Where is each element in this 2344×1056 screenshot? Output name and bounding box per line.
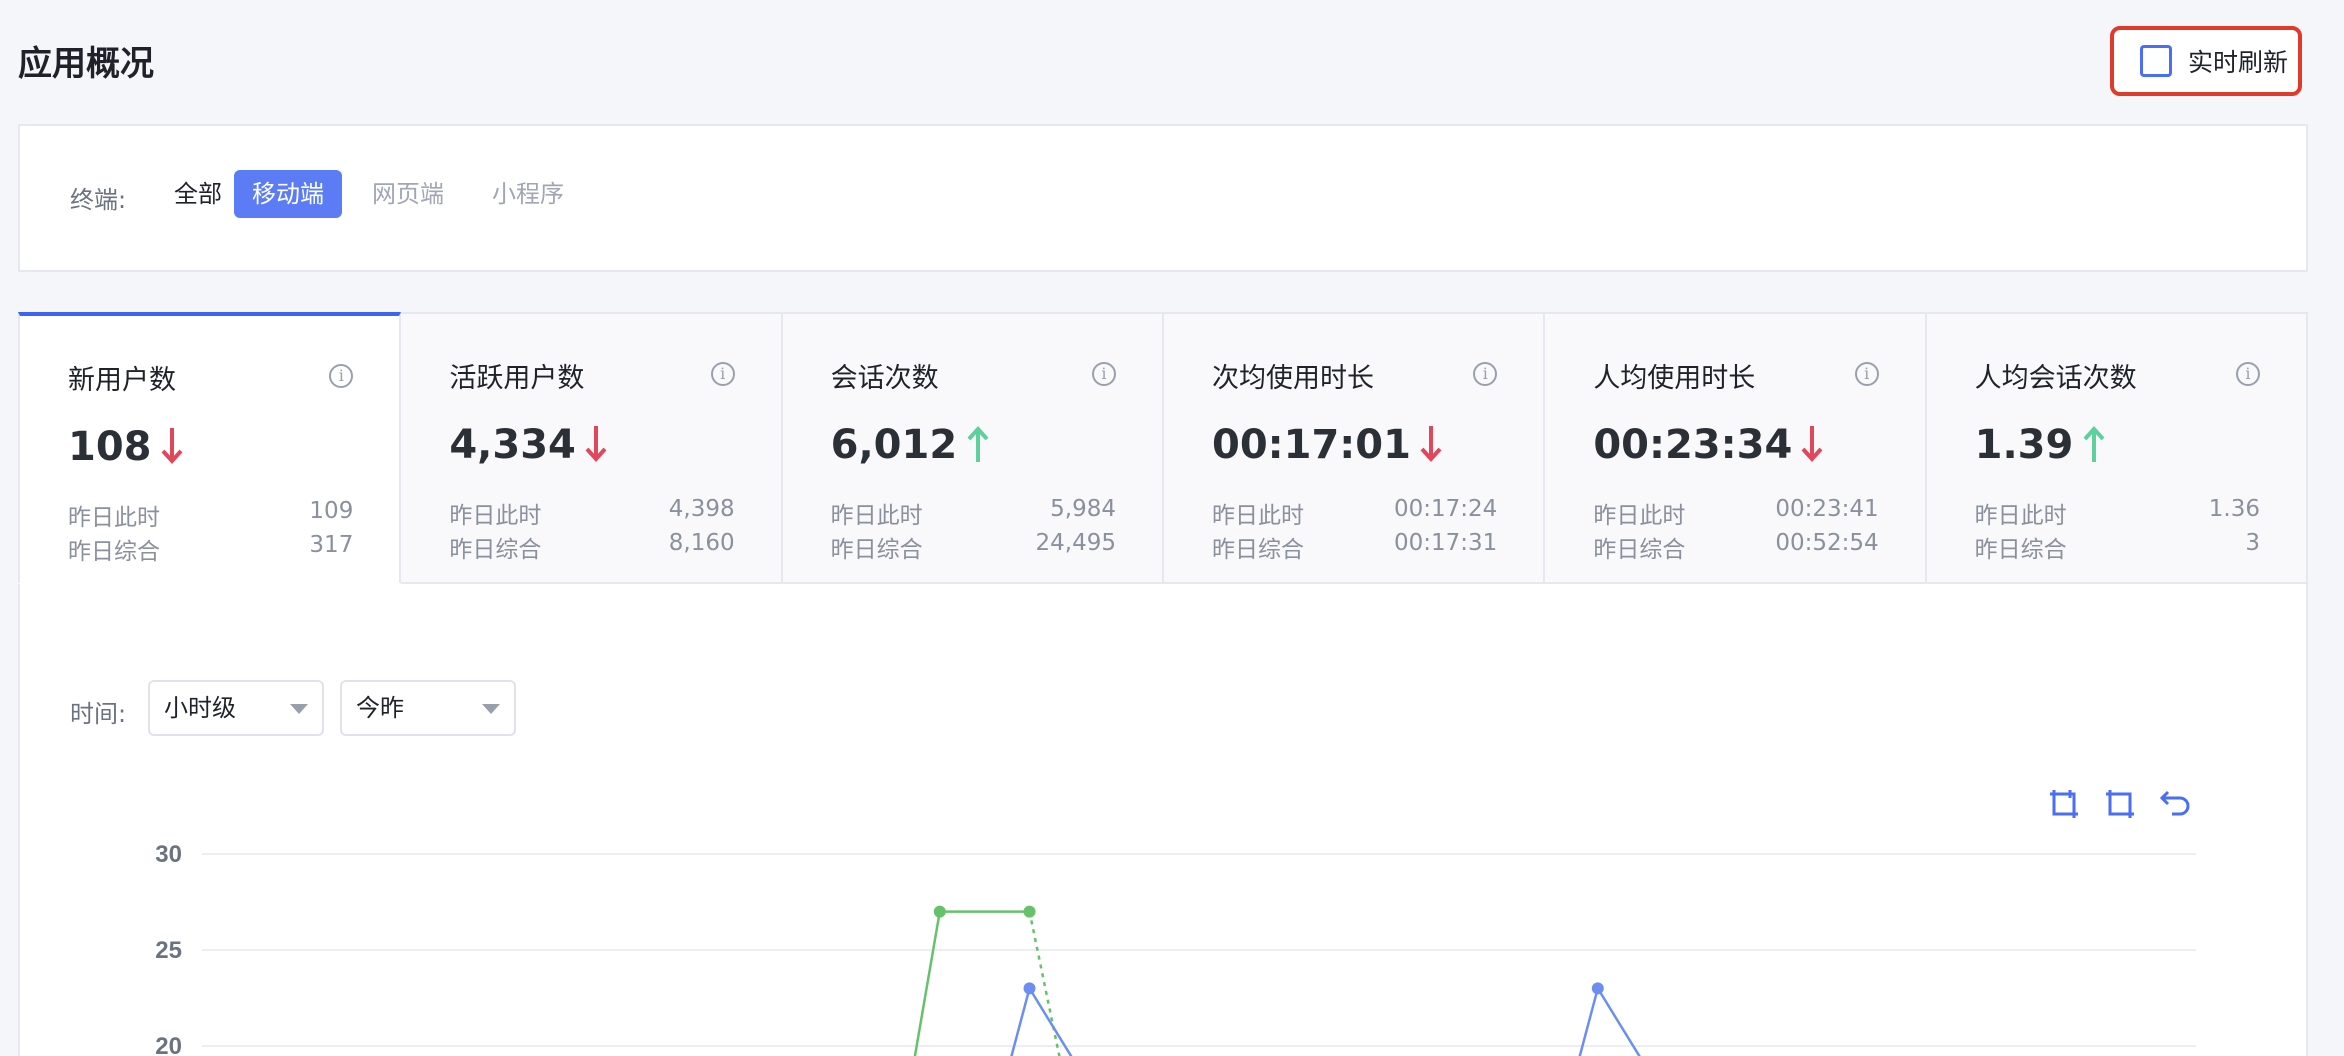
stat-name: 会话次数: [830, 363, 939, 394]
stat-value: 1.39: [1974, 422, 2074, 468]
series-yesterday-dotted: [1028, 911, 1061, 1056]
stat-name: 次均使用时长: [1211, 363, 1374, 394]
filter-option-all[interactable]: 全部: [156, 170, 240, 218]
yesterday-total-value: 317: [309, 532, 354, 558]
series-today-point[interactable]: [1023, 982, 1036, 995]
stat-card[interactable]: 人均会话次数 i 1.39 昨日此时 1.36 昨日综合 3: [1926, 312, 2308, 584]
stats-row: 新用户数 i 108 昨日此时 109 昨日综合 317 活跃用户数 i 4,3…: [18, 312, 2308, 584]
yesterday-now-row: 昨日此时 4,398: [449, 496, 734, 530]
arrow-down-icon: [161, 428, 183, 464]
yesterday-now-label: 昨日此时: [830, 503, 923, 529]
yesterday-total-row: 昨日综合 00:17:31: [1212, 530, 1497, 564]
arrow-down-icon: [585, 426, 607, 462]
yesterday-total-value: 24,495: [1035, 530, 1116, 556]
yesterday-total-value: 00:17:31: [1394, 530, 1498, 556]
info-icon[interactable]: i: [1091, 362, 1116, 386]
stat-card[interactable]: 新用户数 i 108 昨日此时 109 昨日综合 317: [18, 312, 402, 584]
arrow-down-icon: [1801, 426, 1823, 462]
stat-name: 人均使用时长: [1593, 363, 1756, 394]
yesterday-now-label: 昨日此时: [68, 505, 160, 531]
yesterday-total-row: 昨日综合 00:52:54: [1593, 530, 1878, 564]
yesterday-total-value: 00:52:54: [1775, 530, 1879, 556]
yesterday-now-value: 5,984: [1050, 496, 1116, 522]
yesterday-total-row: 昨日综合 8,160: [449, 530, 734, 564]
arrow-up-icon: [967, 426, 989, 462]
info-icon[interactable]: i: [329, 364, 354, 388]
y-tick-label: 25: [155, 937, 182, 964]
terminal-filter-card: 终端: 全部 移动端 网页端 小程序: [18, 124, 2308, 272]
stat-card[interactable]: 人均使用时长 i 00:23:34 昨日此时 00:23:41 昨日综合 00:…: [1545, 312, 1927, 584]
info-icon[interactable]: i: [1473, 362, 1498, 386]
info-icon[interactable]: i: [2235, 362, 2260, 386]
stat-value: 4,334: [449, 422, 576, 468]
yesterday-now-row: 昨日此时 1.36: [1975, 496, 2260, 530]
yesterday-now-label: 昨日此时: [1211, 503, 1304, 529]
yesterday-now-row: 昨日此时 5,984: [831, 496, 1116, 530]
arrow-down-icon: [1420, 426, 1442, 462]
yesterday-now-row: 昨日此时 00:17:24: [1212, 496, 1497, 530]
yesterday-total-row: 昨日综合 3: [1975, 530, 2260, 564]
yesterday-now-label: 昨日此时: [449, 503, 542, 529]
series-today-point[interactable]: [1591, 982, 1604, 995]
yesterday-total-label: 昨日综合: [1211, 537, 1304, 563]
line-chart: 30 25 20: [155, 841, 2196, 1056]
y-tick-label: 20: [155, 1033, 182, 1056]
series-yesterday-point[interactable]: [933, 905, 946, 918]
arrow-up-icon: [2083, 426, 2105, 462]
page-title: 应用概况: [18, 44, 154, 84]
stat-value: 00:23:34: [1593, 422, 1793, 468]
yesterday-now-row: 昨日此时 00:23:41: [1593, 496, 1878, 530]
yesterday-now-value: 00:17:24: [1394, 496, 1498, 522]
yesterday-total-row: 昨日综合 317: [68, 532, 353, 566]
realtime-refresh-toggle[interactable]: 实时刷新: [2110, 26, 2302, 96]
yesterday-total-row: 昨日综合 24,495: [831, 530, 1116, 564]
stat-value: 00:17:01: [1211, 422, 1411, 468]
stat-value: 6,012: [830, 422, 958, 468]
yesterday-total-value: 3: [2245, 530, 2260, 556]
chart-panel: 时间: 小时级 今昨 30 25 20: [18, 584, 2308, 1056]
yesterday-total-label: 昨日综合: [449, 537, 542, 563]
yesterday-now-value: 00:23:41: [1775, 496, 1879, 522]
yesterday-now-value: 4,398: [668, 496, 735, 522]
stat-card[interactable]: 活跃用户数 i 4,334 昨日此时 4,398 昨日综合 8,160: [401, 312, 783, 584]
refresh-label: 实时刷新: [2188, 48, 2289, 77]
yesterday-now-value: 109: [309, 498, 354, 524]
refresh-checkbox[interactable]: [2140, 45, 2172, 77]
yesterday-now-row: 昨日此时 109: [68, 498, 353, 532]
series-yesterday-line: [913, 910, 1030, 1056]
yesterday-total-value: 8,160: [668, 530, 735, 556]
stat-name: 人均会话次数: [1974, 363, 2137, 394]
yesterday-total-label: 昨日综合: [68, 539, 160, 565]
yesterday-now-value: 1.36: [2208, 496, 2260, 522]
filter-option-mobile[interactable]: 移动端: [234, 170, 342, 218]
info-icon[interactable]: i: [1854, 362, 1879, 386]
yesterday-total-label: 昨日综合: [1974, 537, 2067, 563]
series-yesterday-point[interactable]: [1023, 905, 1036, 918]
stat-name: 活跃用户数: [449, 363, 585, 394]
stat-value: 108: [68, 424, 152, 470]
filter-option-web[interactable]: 网页端: [354, 170, 462, 218]
yesterday-total-label: 昨日综合: [1593, 537, 1686, 563]
stat-name: 新用户数: [68, 365, 176, 396]
terminal-filter-label: 终端:: [70, 186, 127, 214]
y-tick-label: 30: [155, 841, 182, 868]
info-icon[interactable]: i: [710, 362, 735, 386]
stat-card[interactable]: 次均使用时长 i 00:17:01 昨日此时 00:17:24 昨日综合 00:…: [1163, 312, 1546, 584]
stat-card[interactable]: 会话次数 i 6,012 昨日此时 5,984 昨日综合 24,495: [782, 312, 1164, 584]
yesterday-total-label: 昨日综合: [830, 537, 923, 563]
yesterday-now-label: 昨日此时: [1974, 503, 2067, 529]
yesterday-now-label: 昨日此时: [1593, 503, 1686, 529]
filter-option-miniprogram[interactable]: 小程序: [474, 170, 582, 218]
